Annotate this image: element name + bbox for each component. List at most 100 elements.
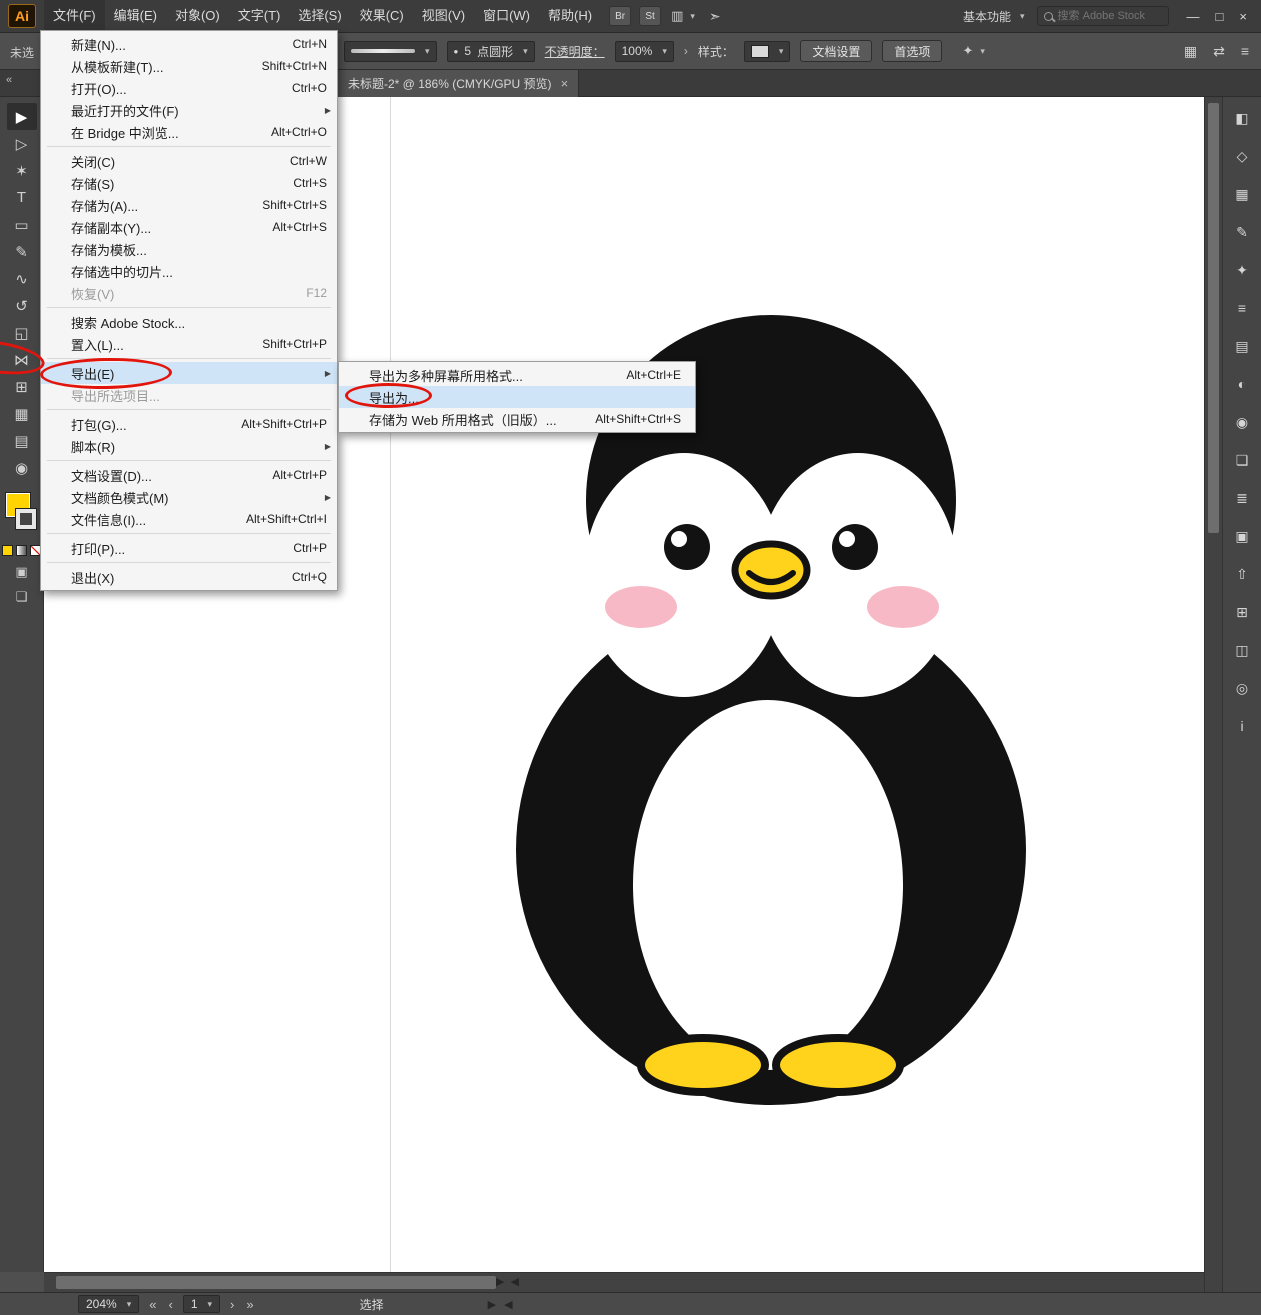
menubar-item-object[interactable]: 对象(O) — [166, 0, 229, 32]
brushes-panel-icon[interactable]: ✎ — [1229, 219, 1255, 245]
brush-definition-dropdown[interactable]: ● 5 点圆形 — [447, 41, 535, 62]
asset-export-panel-icon[interactable]: ⇧ — [1229, 561, 1255, 587]
swatches-panel-icon[interactable]: ▦ — [1229, 181, 1255, 207]
menubar-item-file[interactable]: 文件(F) — [44, 0, 105, 32]
previous-artboard-icon[interactable]: ‹ — [166, 1297, 174, 1312]
horizontal-scroll-thumb[interactable] — [56, 1276, 496, 1289]
menu-item[interactable]: 导出为多种屏幕所用格式...Alt+Ctrl+E — [339, 364, 695, 386]
menu-item[interactable]: 置入(L)...Shift+Ctrl+P — [41, 333, 337, 355]
mesh-tool[interactable]: ▦ — [7, 400, 37, 427]
artboards-panel-icon[interactable]: ▣ — [1229, 523, 1255, 549]
document-tab[interactable]: 未标题-2* @ 186% (CMYK/GPU 预览) × — [338, 70, 579, 97]
stock-search-input[interactable] — [1058, 10, 1162, 22]
artboard-number-dropdown[interactable]: 1 — [183, 1295, 220, 1313]
menu-item[interactable]: 存储为模板... — [41, 238, 337, 260]
next-artboard-icon[interactable]: › — [228, 1297, 236, 1312]
menu-item[interactable]: 文档设置(D)...Alt+Ctrl+P — [41, 464, 337, 486]
selection-tool[interactable]: ▶ — [7, 103, 37, 130]
menu-item[interactable]: 打开(O)...Ctrl+O — [41, 77, 337, 99]
perspective-grid-tool[interactable]: ⊞ — [7, 373, 37, 400]
info-panel-icon[interactable]: i — [1229, 713, 1255, 739]
zoom-dropdown[interactable]: 204% — [78, 1295, 139, 1313]
menubar-item-effect[interactable]: 效果(C) — [351, 0, 413, 32]
menu-item[interactable]: 存储为(A)...Shift+Ctrl+S — [41, 194, 337, 216]
magic-wand-tool[interactable]: ✶ — [7, 157, 37, 184]
align-panel-icon[interactable]: ⊞ — [1229, 599, 1255, 625]
grid-icon[interactable]: ▦ — [1184, 43, 1197, 60]
stroke-panel-icon[interactable]: ≡ — [1229, 295, 1255, 321]
close-tab-icon[interactable]: × — [561, 76, 569, 91]
color-mini-button[interactable] — [2, 545, 13, 556]
opacity-dropdown[interactable]: 100% — [615, 41, 674, 62]
transparency-panel-icon[interactable]: ◐ — [1229, 371, 1255, 397]
menubar-item-edit[interactable]: 编辑(E) — [105, 0, 166, 32]
menu-item[interactable]: 存储(S)Ctrl+S — [41, 172, 337, 194]
menubar-item-help[interactable]: 帮助(H) — [539, 0, 601, 32]
share-icon[interactable]: ➣ — [709, 8, 721, 25]
color-panel-icon[interactable]: ◧ — [1229, 105, 1255, 131]
status-scroll-arrows-icon[interactable]: ▶◀ — [488, 1298, 521, 1311]
eyedropper-tool[interactable]: ◉ — [7, 454, 37, 481]
gradient-mini-button[interactable] — [16, 545, 27, 556]
menu-item[interactable]: 关闭(C)Ctrl+W — [41, 150, 337, 172]
menu-item[interactable]: 最近打开的文件(F)▶ — [41, 99, 337, 121]
menubar-item-type[interactable]: 文字(T) — [229, 0, 290, 32]
menu-item[interactable]: 存储副本(Y)...Alt+Ctrl+S — [41, 216, 337, 238]
paintbrush-tool[interactable]: ✎ — [7, 238, 37, 265]
draw-mode-icon[interactable]: ▣ — [15, 564, 27, 580]
bridge-button[interactable]: Br — [609, 6, 631, 26]
panel-menu-icon[interactable]: ≡ — [1241, 43, 1249, 59]
symbols-panel-icon[interactable]: ✦ — [1229, 257, 1255, 283]
screen-mode-icon[interactable]: ❏ — [16, 589, 28, 605]
arrange-icon[interactable]: ⇄ — [1213, 43, 1225, 60]
penguin-illustration[interactable] — [491, 315, 1056, 1105]
graphic-styles-panel-icon[interactable]: ❏ — [1229, 447, 1255, 473]
scale-tool[interactable]: ◱ — [7, 319, 37, 346]
first-artboard-icon[interactable]: « — [147, 1297, 158, 1312]
vertical-scroll-thumb[interactable] — [1208, 103, 1219, 533]
width-tool[interactable]: ⋈ — [7, 346, 37, 373]
last-artboard-icon[interactable]: » — [244, 1297, 255, 1312]
layers-panel-icon[interactable]: ≣ — [1229, 485, 1255, 511]
pathfinder-panel-icon[interactable]: ◫ — [1229, 637, 1255, 663]
select-similar-dropdown[interactable]: ✦ — [962, 43, 984, 59]
gradient-tool[interactable]: ▤ — [7, 427, 37, 454]
menubar-item-window[interactable]: 窗口(W) — [474, 0, 539, 32]
menu-item[interactable]: 存储选中的切片... — [41, 260, 337, 282]
menu-item[interactable]: 新建(N)...Ctrl+N — [41, 33, 337, 55]
rectangle-tool[interactable]: ▭ — [7, 211, 37, 238]
menu-item[interactable]: 导出(E)▶ — [41, 362, 337, 384]
scroll-arrows-icon[interactable]: ▶◀ — [496, 1275, 525, 1288]
pencil-tool[interactable]: ∿ — [7, 265, 37, 292]
type-tool[interactable]: T — [7, 184, 37, 211]
menu-item[interactable]: 打印(P)...Ctrl+P — [41, 537, 337, 559]
collapse-tools-chevron-icon[interactable]: « — [6, 74, 12, 86]
menu-item[interactable]: 文件信息(I)...Alt+Shift+Ctrl+I — [41, 508, 337, 530]
style-dropdown[interactable] — [744, 41, 791, 62]
rotate-tool[interactable]: ↺ — [7, 292, 37, 319]
preferences-button[interactable]: 首选项 — [882, 40, 942, 62]
close-window-button[interactable]: × — [1239, 9, 1247, 24]
stock-search-box[interactable] — [1037, 6, 1169, 26]
menu-item[interactable]: 打包(G)...Alt+Shift+Ctrl+P — [41, 413, 337, 435]
menu-item[interactable]: 退出(X)Ctrl+Q — [41, 566, 337, 588]
stroke-color-swatch[interactable] — [16, 509, 36, 529]
document-setup-button[interactable]: 文档设置 — [800, 40, 872, 62]
menubar-item-select[interactable]: 选择(S) — [289, 0, 350, 32]
more-options-chevron-icon[interactable]: › — [684, 44, 688, 58]
opacity-label[interactable]: 不透明度： — [545, 43, 605, 60]
gradient-panel-icon[interactable]: ▤ — [1229, 333, 1255, 359]
menu-item[interactable]: 存储为 Web 所用格式（旧版）...Alt+Shift+Ctrl+S — [339, 408, 695, 430]
vertical-scrollbar[interactable] — [1204, 97, 1222, 1292]
menu-item[interactable]: 搜索 Adobe Stock... — [41, 311, 337, 333]
menubar-item-view[interactable]: 视图(V) — [413, 0, 474, 32]
color-guide-panel-icon[interactable]: ◇ — [1229, 143, 1255, 169]
workspace-switcher[interactable]: 基本功能 — [963, 8, 1025, 25]
horizontal-scrollbar[interactable]: ▶◀ — [44, 1272, 1204, 1292]
menu-item[interactable]: 脚本(R)▶ — [41, 435, 337, 457]
menu-item[interactable]: 在 Bridge 中浏览...Alt+Ctrl+O — [41, 121, 337, 143]
menu-item[interactable]: 从模板新建(T)...Shift+Ctrl+N — [41, 55, 337, 77]
menu-item[interactable]: 导出为... — [339, 386, 695, 408]
appearance-panel-icon[interactable]: ◉ — [1229, 409, 1255, 435]
stock-button[interactable]: St — [639, 6, 661, 26]
